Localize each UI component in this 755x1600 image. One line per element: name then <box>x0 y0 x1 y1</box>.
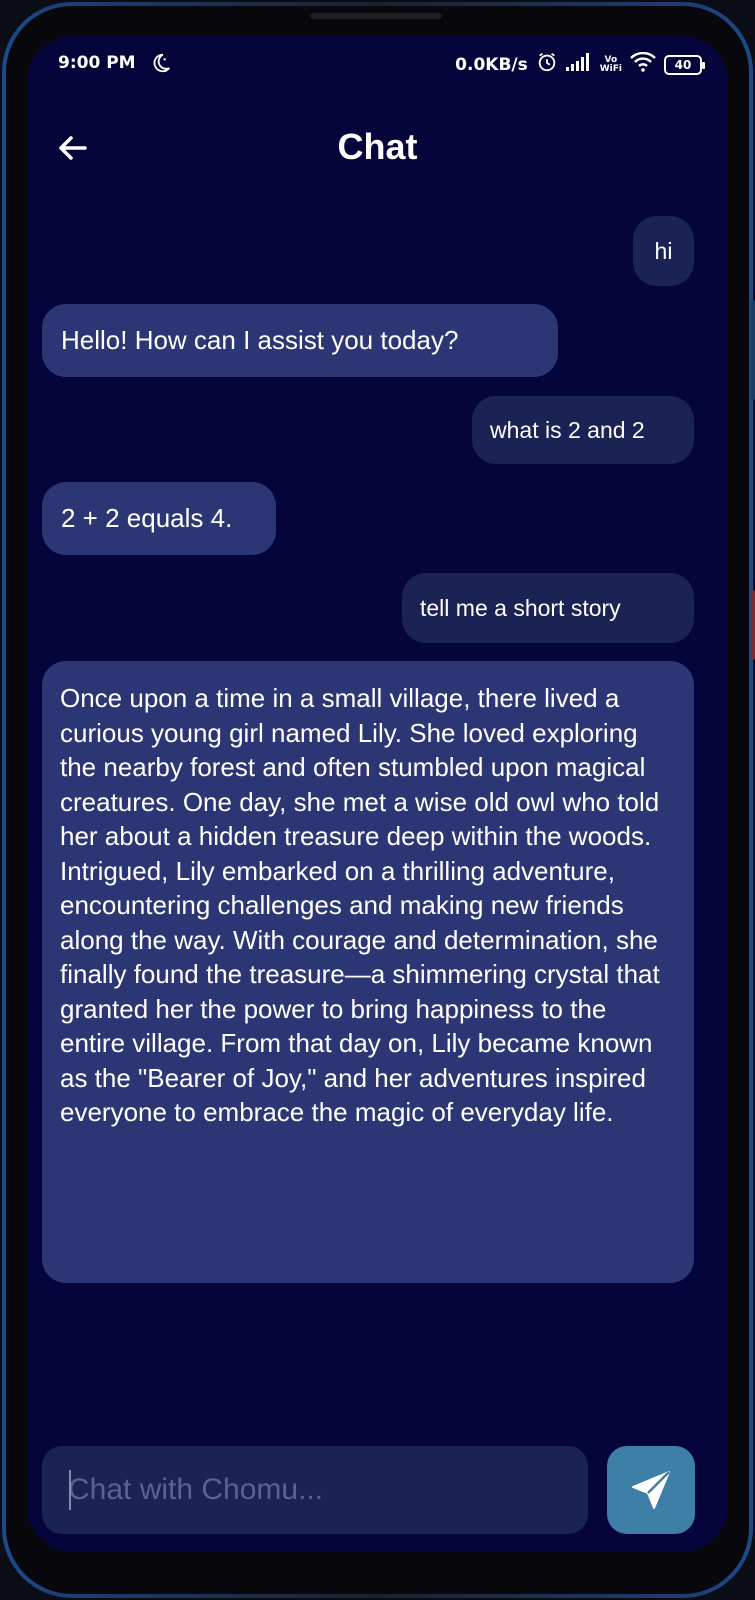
power-button <box>751 590 755 660</box>
bot-message: 2 + 2 equals 4. <box>42 482 276 555</box>
user-message: what is 2 and 2 <box>472 396 694 464</box>
user-message: tell me a short story <box>402 573 694 643</box>
chat-input[interactable] <box>42 1446 588 1534</box>
send-button[interactable] <box>607 1446 695 1534</box>
send-icon <box>632 1471 670 1509</box>
text-cursor <box>69 1470 71 1510</box>
battery-level: 40 <box>674 57 692 72</box>
vowifi-icon: Vo WiFi <box>599 54 622 74</box>
status-indicators: 0.0KB/s Vo WiFi 40 <box>455 51 705 78</box>
page-title: Chat <box>337 126 418 167</box>
do-not-disturb-icon <box>150 52 172 79</box>
status-bar: 9:00 PM 0.0KB/s Vo WiFi 40 <box>27 36 728 94</box>
battery-icon: 40 <box>664 54 705 75</box>
status-time: 9:00 PM <box>58 53 136 73</box>
user-message: hi <box>633 216 694 286</box>
wifi-icon <box>630 51 656 77</box>
app-header: Chat <box>27 118 728 178</box>
volume-button <box>751 300 755 400</box>
network-speed: 0.0KB/s <box>455 54 528 75</box>
speaker-grille <box>310 13 442 19</box>
bot-message: Hello! How can I assist you today? <box>42 304 558 377</box>
bot-message: Once upon a time in a small village, the… <box>42 661 694 1283</box>
app-screen: 9:00 PM 0.0KB/s Vo WiFi 40 Chat hi Hello… <box>27 36 728 1552</box>
alarm-icon <box>536 51 558 78</box>
chat-input-container <box>42 1446 588 1534</box>
cellular-signal-icon <box>565 53 592 76</box>
